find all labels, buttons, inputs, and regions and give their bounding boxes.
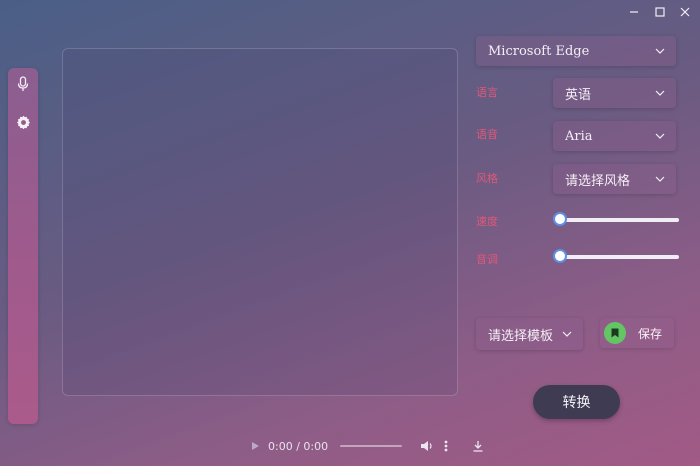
chevron-down-icon <box>654 130 666 142</box>
chevron-down-icon <box>561 328 573 340</box>
sidebar-item-microphone[interactable] <box>8 73 38 95</box>
style-select-value: 请选择风格 <box>565 173 631 189</box>
voice-label: 语音 <box>476 128 498 141</box>
sidebar-item-settings[interactable] <box>8 111 38 133</box>
minimize-button[interactable] <box>623 4 645 20</box>
play-icon[interactable] <box>250 441 260 451</box>
close-button[interactable] <box>674 4 696 20</box>
rate-slider-track <box>559 218 679 222</box>
chevron-down-icon <box>654 45 666 57</box>
rate-slider-thumb[interactable] <box>553 212 567 226</box>
pitch-slider[interactable] <box>553 249 679 265</box>
save-button-label: 保存 <box>638 326 663 341</box>
pitch-slider-track <box>559 255 679 259</box>
player-progress-bar[interactable] <box>340 445 403 447</box>
style-label: 风格 <box>476 172 498 185</box>
audio-player: 0:00 / 0:00 <box>250 436 495 456</box>
chevron-down-icon <box>654 87 666 99</box>
template-select[interactable]: 请选择模板 <box>476 318 583 350</box>
text-input-area[interactable] <box>62 48 458 396</box>
sidebar <box>8 68 38 424</box>
player-time: 0:00 / 0:00 <box>268 439 329 453</box>
convert-button[interactable]: 转换 <box>533 385 620 419</box>
style-select[interactable]: 请选择风格 <box>553 164 676 194</box>
language-select[interactable]: 英语 <box>553 78 676 108</box>
more-options-icon[interactable] <box>444 440 448 452</box>
chevron-down-icon <box>654 173 666 185</box>
maximize-icon <box>655 7 665 17</box>
rate-label: 速度 <box>476 215 498 228</box>
language-select-value: 英语 <box>565 87 592 103</box>
minimize-icon <box>630 11 638 13</box>
volume-icon[interactable] <box>420 440 434 452</box>
pitch-slider-thumb[interactable] <box>553 249 567 263</box>
template-select-value: 请选择模板 <box>488 328 554 344</box>
bookmark-icon <box>604 322 626 344</box>
voice-select[interactable]: Aria <box>553 121 676 151</box>
rate-slider[interactable] <box>553 212 679 228</box>
text-input-content <box>63 49 457 65</box>
gear-icon <box>16 115 30 129</box>
voice-select-value: Aria <box>565 128 593 144</box>
download-icon[interactable] <box>472 440 484 452</box>
engine-select[interactable]: Microsoft Edge <box>476 36 676 66</box>
maximize-button[interactable] <box>649 4 671 20</box>
save-button[interactable]: 保存 <box>600 318 674 348</box>
pitch-label: 音调 <box>476 253 498 266</box>
microphone-icon <box>17 76 29 91</box>
close-icon <box>680 7 690 17</box>
language-label: 语言 <box>476 86 498 99</box>
engine-select-value: Microsoft Edge <box>488 43 590 59</box>
